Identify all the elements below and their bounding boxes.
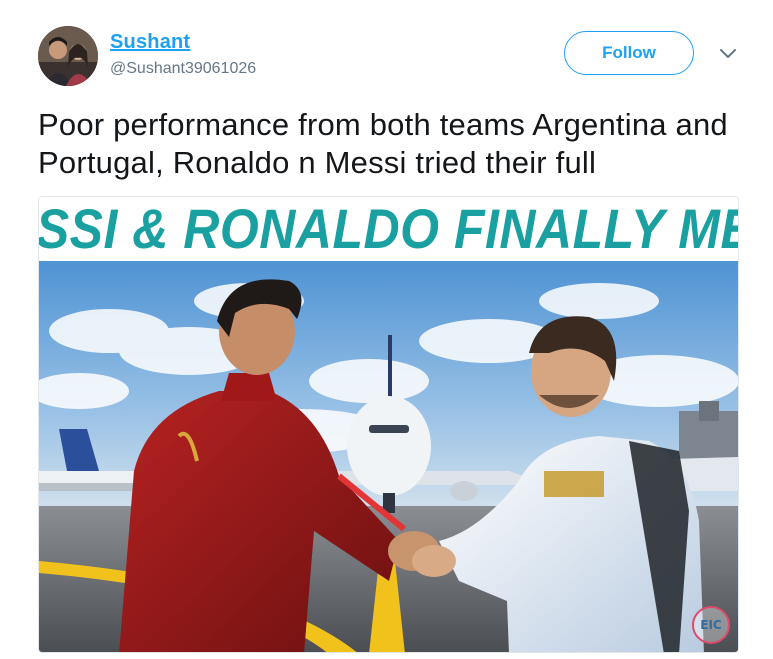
tweet-text: Poor performance from both teams Argenti… [38, 107, 728, 180]
tweet-media[interactable]: MESSI & RONALDO FINALLY MEET [38, 196, 739, 653]
chevron-down-icon[interactable] [718, 46, 738, 60]
user-handle[interactable]: @Sushant39061026 [110, 60, 256, 78]
follow-button[interactable]: Follow [564, 31, 694, 75]
media-banner-text: MESSI & RONALDO FINALLY MEET [38, 197, 738, 261]
media-photo [39, 261, 738, 652]
media-watermark: EIC [692, 606, 730, 644]
user-display-name[interactable]: Sushant [110, 31, 190, 54]
media-banner: MESSI & RONALDO FINALLY MEET [38, 197, 738, 261]
avatar[interactable] [38, 26, 98, 86]
